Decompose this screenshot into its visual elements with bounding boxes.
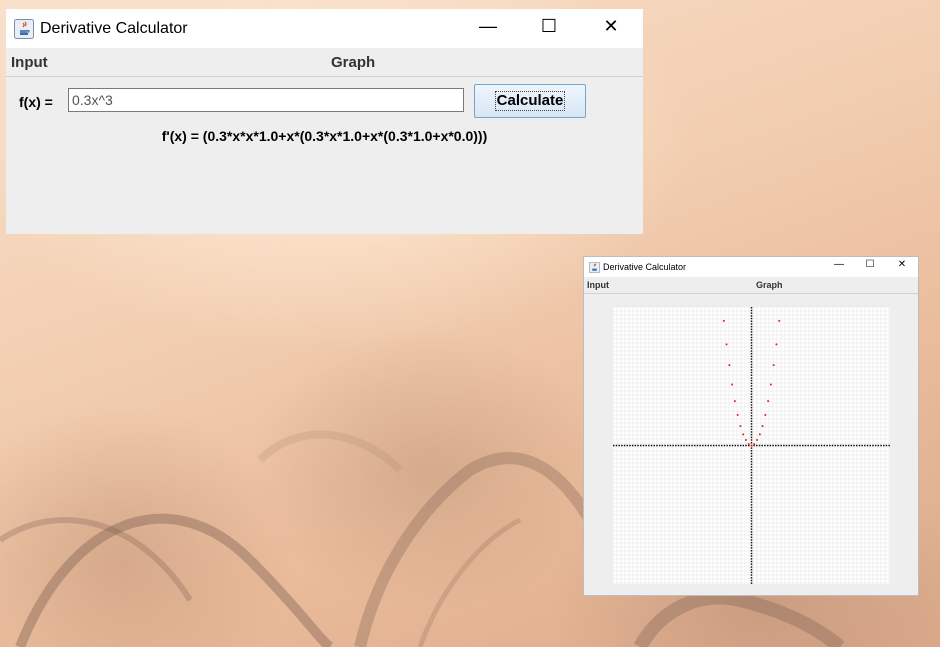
- data-point: [747, 443, 750, 446]
- close-button[interactable]: ✕: [591, 16, 631, 42]
- function-input[interactable]: [68, 88, 464, 112]
- data-point: [767, 400, 770, 403]
- derivative-result: f'(x) = (0.3*x*x*1.0+x*(0.3*x*1.0+x*(0.3…: [161, 128, 488, 144]
- data-point: [739, 425, 742, 428]
- data-point: [728, 364, 731, 367]
- data-point: [744, 438, 747, 441]
- data-point: [736, 414, 739, 417]
- maximize-button[interactable]: ☐: [529, 16, 569, 42]
- data-point: [733, 400, 736, 403]
- graph-tab-input[interactable]: Input: [587, 280, 609, 290]
- data-point: [764, 414, 767, 417]
- java-cup-icon: [589, 262, 600, 273]
- data-point: [775, 343, 778, 346]
- data-point: [750, 444, 753, 447]
- data-point: [772, 364, 775, 367]
- java-cup-icon: [14, 19, 34, 39]
- function-label: f(x) =: [19, 94, 53, 110]
- tab-bar: Input Graph: [6, 48, 643, 77]
- graph-close-button[interactable]: ✕: [891, 259, 913, 275]
- data-point: [722, 319, 725, 322]
- minimize-button[interactable]: —: [468, 16, 508, 42]
- graph-tab-bar: Input Graph: [584, 277, 918, 294]
- data-point: [778, 319, 781, 322]
- main-window: Derivative Calculator — ☐ ✕ Input Graph …: [6, 9, 643, 234]
- function-graph: [613, 307, 890, 584]
- graph-minimize-button[interactable]: —: [828, 259, 850, 275]
- data-point: [761, 425, 764, 428]
- data-point: [731, 383, 734, 386]
- data-point: [769, 383, 772, 386]
- data-point: [753, 443, 756, 446]
- graph-maximize-button[interactable]: ☐: [859, 259, 881, 275]
- title-bar[interactable]: Derivative Calculator — ☐ ✕: [6, 9, 643, 48]
- data-point: [756, 438, 759, 441]
- graph-title-bar[interactable]: Derivative Calculator — ☐ ✕: [584, 257, 918, 277]
- calculate-button-label: Calculate: [494, 91, 566, 111]
- graph-window-title: Derivative Calculator: [603, 262, 687, 272]
- window-title: Derivative Calculator: [40, 20, 188, 37]
- graph-window: Derivative Calculator — ☐ ✕ Input Graph: [583, 256, 919, 596]
- data-point: [725, 343, 728, 346]
- tab-graph[interactable]: Graph: [331, 54, 375, 71]
- tab-input[interactable]: Input: [11, 54, 48, 71]
- data-point: [758, 433, 761, 436]
- graph-tab-graph[interactable]: Graph: [756, 280, 783, 290]
- data-point: [742, 433, 745, 436]
- calculate-button[interactable]: Calculate: [474, 84, 586, 118]
